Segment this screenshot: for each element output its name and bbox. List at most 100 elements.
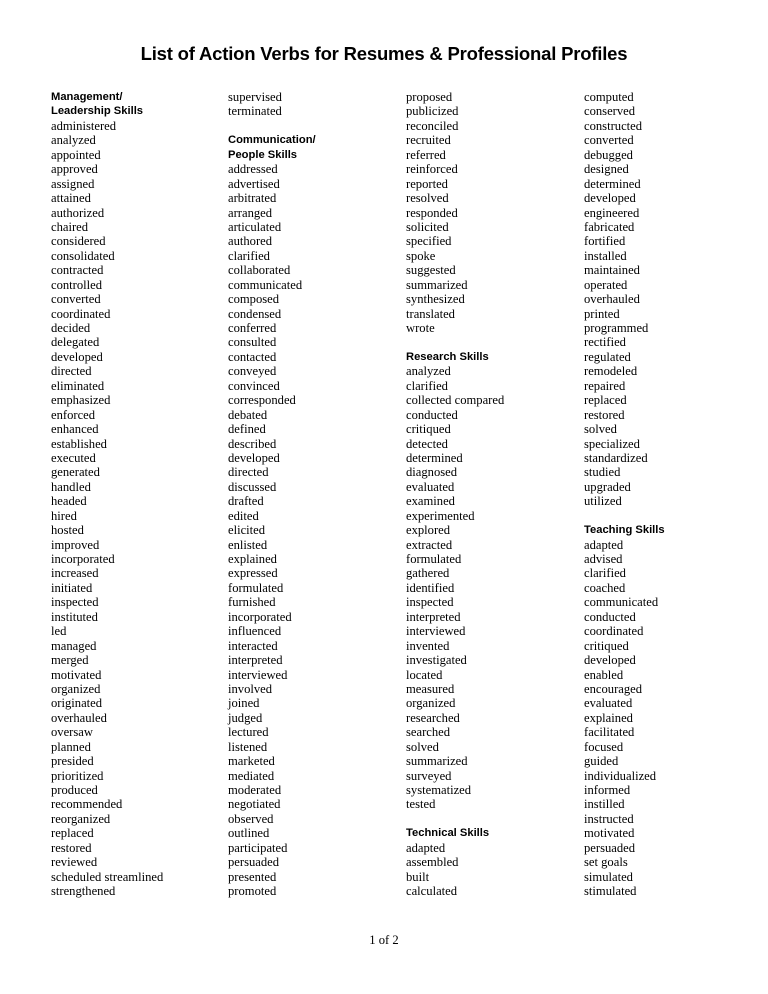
action-verb: appointed bbox=[51, 147, 101, 162]
action-verb: contacted bbox=[228, 349, 277, 364]
action-verb: planned bbox=[51, 739, 91, 754]
action-verb: conveyed bbox=[228, 364, 277, 379]
action-verb: interviewed bbox=[228, 667, 288, 682]
action-verb: assigned bbox=[51, 176, 95, 191]
action-verb: responded bbox=[406, 205, 458, 220]
action-verb: replaced bbox=[51, 826, 94, 841]
action-verb: corresponded bbox=[228, 393, 296, 408]
skill-section: Communication/People Skills addressed adve… bbox=[228, 133, 403, 898]
action-verb: detected bbox=[406, 436, 448, 451]
action-verb: converted bbox=[51, 292, 101, 307]
action-verb: adapted bbox=[406, 840, 446, 855]
action-verb: communicated bbox=[228, 277, 303, 292]
action-verb: supervised bbox=[228, 90, 282, 104]
action-verb: emphasized bbox=[51, 393, 111, 408]
action-verb: delegated bbox=[51, 335, 100, 350]
action-verb: instilled bbox=[584, 797, 625, 812]
page-indicator: 1 of 2 bbox=[369, 933, 399, 947]
action-verb: organized bbox=[406, 696, 456, 711]
action-verb: developed bbox=[584, 653, 636, 668]
action-verb: reorganized bbox=[51, 811, 111, 826]
skill-section-continued: computed conserved constructed converted deb… bbox=[584, 90, 759, 509]
action-verb: collaborated bbox=[228, 263, 291, 278]
action-verb: elicited bbox=[228, 523, 266, 538]
section-heading: Management/ bbox=[51, 91, 123, 103]
action-verb: set goals bbox=[584, 855, 628, 870]
action-verb: arranged bbox=[228, 205, 273, 220]
action-verb: conducted bbox=[584, 609, 636, 624]
action-verb: determined bbox=[406, 450, 463, 465]
action-verb: individualized bbox=[584, 768, 657, 783]
action-verb: overhauled bbox=[51, 710, 107, 725]
action-verb: handled bbox=[51, 479, 91, 494]
action-verb: participated bbox=[228, 840, 288, 855]
action-verb: conducted bbox=[406, 407, 458, 422]
action-verb: chaired bbox=[51, 219, 89, 234]
action-verb: suggested bbox=[406, 263, 456, 278]
action-verb: solicited bbox=[406, 219, 449, 234]
action-verb: explained bbox=[584, 710, 633, 725]
action-verb: utilized bbox=[584, 494, 622, 509]
skill-section: Management/Leadership Skills administered… bbox=[51, 90, 226, 899]
column-1: Management/Leadership Skills administered… bbox=[51, 90, 226, 899]
action-verb: eliminated bbox=[51, 378, 105, 393]
action-verb: headed bbox=[51, 494, 87, 509]
action-verb: contracted bbox=[51, 263, 104, 278]
action-verb: inspected bbox=[51, 595, 99, 610]
action-verb: adapted bbox=[584, 537, 624, 552]
action-verb: generated bbox=[51, 465, 100, 480]
action-verb: simulated bbox=[584, 869, 633, 884]
action-verb: located bbox=[406, 667, 443, 682]
skill-section: Technical Skills adapted assembled built cal… bbox=[406, 826, 581, 898]
action-verb: summarized bbox=[406, 277, 468, 292]
action-verb: recommended bbox=[51, 797, 123, 812]
action-verb: moderated bbox=[228, 783, 282, 797]
action-verb: coordinated bbox=[584, 624, 644, 639]
skill-section-continued: supervised terminated bbox=[228, 90, 403, 119]
action-verb: operated bbox=[584, 277, 628, 292]
action-verb: edited bbox=[228, 508, 259, 523]
action-verb: administered bbox=[51, 118, 117, 133]
action-verb: composed bbox=[228, 292, 280, 307]
action-verb: persuaded bbox=[584, 840, 636, 855]
action-verb: increased bbox=[51, 566, 99, 581]
action-verb: joined bbox=[228, 696, 260, 711]
action-verb: clarified bbox=[406, 378, 448, 393]
action-verb: constructed bbox=[584, 118, 643, 133]
action-verb: established bbox=[51, 436, 107, 451]
column-2: supervised terminated Communication/People… bbox=[228, 90, 403, 899]
action-verb: programmed bbox=[584, 321, 649, 335]
action-verb: coordinated bbox=[51, 306, 111, 321]
action-verb: studied bbox=[584, 465, 621, 480]
action-verb: incorporated bbox=[228, 609, 292, 624]
action-verb: motivated bbox=[584, 826, 635, 841]
action-verb: led bbox=[51, 624, 67, 639]
action-verb: evaluated bbox=[406, 479, 455, 494]
action-verb: systematized bbox=[406, 783, 472, 797]
action-verb: prioritized bbox=[51, 768, 104, 783]
action-verb: promoted bbox=[228, 884, 277, 899]
action-verb: discussed bbox=[228, 479, 277, 494]
action-verb: clarified bbox=[584, 566, 626, 581]
action-verb: explained bbox=[228, 552, 277, 566]
action-verb: proposed bbox=[406, 90, 453, 104]
action-verb: interacted bbox=[228, 638, 278, 653]
action-verb: interpreted bbox=[228, 653, 283, 668]
action-verb: clarified bbox=[228, 248, 270, 263]
action-verb: motivated bbox=[51, 667, 102, 682]
action-verb: consolidated bbox=[51, 248, 115, 263]
action-verb: consulted bbox=[228, 335, 277, 350]
action-verb: coached bbox=[584, 580, 626, 595]
action-verb: translated bbox=[406, 306, 455, 321]
action-verb: solved bbox=[406, 739, 439, 754]
action-verb: judged bbox=[228, 710, 263, 725]
section-heading: Leadership Skills bbox=[51, 105, 144, 118]
action-verb: observed bbox=[228, 811, 274, 826]
action-verb: approved bbox=[51, 162, 98, 177]
action-verb: conferred bbox=[228, 321, 277, 335]
action-verb: originated bbox=[51, 696, 103, 711]
action-verb: explored bbox=[406, 523, 451, 538]
action-verb: influenced bbox=[228, 624, 282, 639]
action-verb: maintained bbox=[584, 263, 640, 278]
action-verb: arbitrated bbox=[228, 191, 277, 206]
